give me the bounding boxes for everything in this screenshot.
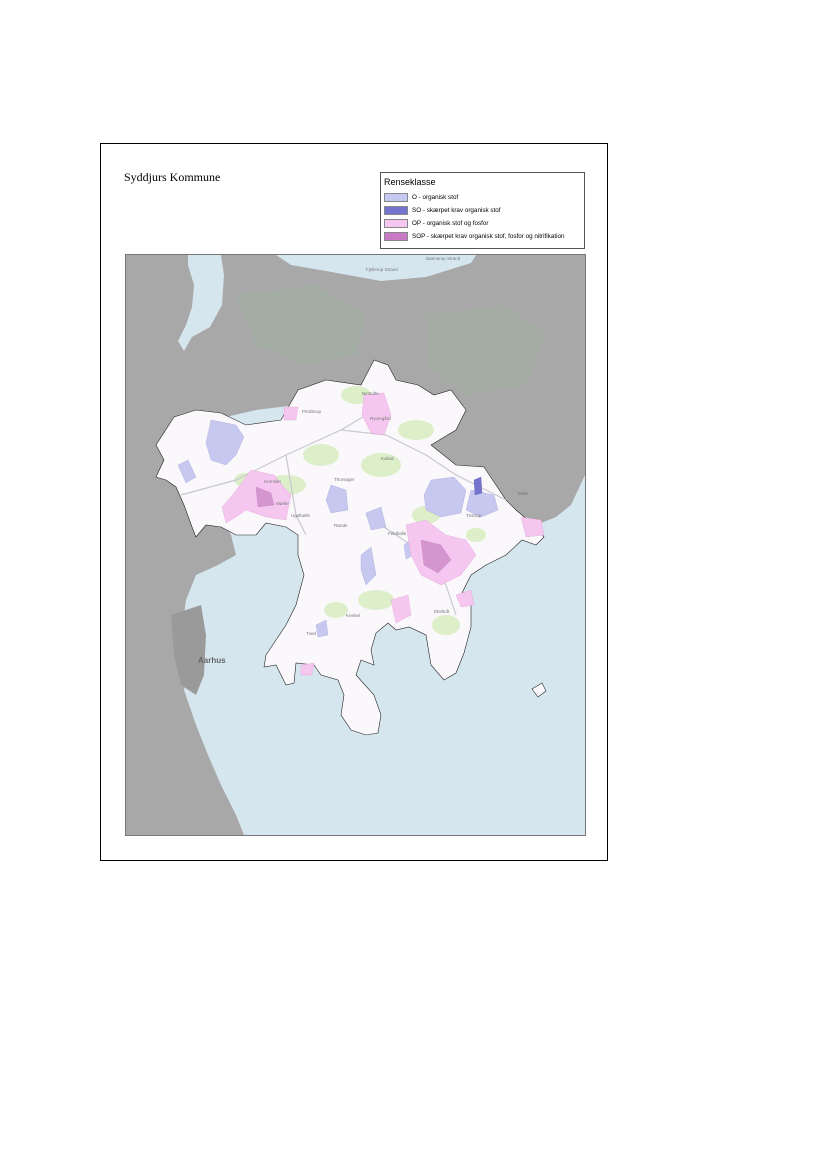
- place-tved: Tved: [306, 631, 317, 636]
- legend-label-so: SO - skærpet krav organisk stof: [412, 207, 501, 214]
- place-morke: Mørke: [276, 501, 289, 506]
- map-title: Syddjurs Kommune: [124, 170, 221, 184]
- legend-swatch-o: [384, 193, 408, 202]
- legend-item-o: O - organisk stof: [384, 192, 458, 203]
- place-hornslet: Hornslet: [264, 479, 282, 484]
- map-area[interactable]: Fjellerup Strand Bønnerup Strand Pindstr…: [125, 254, 586, 836]
- legend-swatch-so: [384, 206, 408, 215]
- legend-swatch-sop: [384, 232, 408, 241]
- legend-label-sop: SOP - skærpet krav organisk stof, fosfor…: [412, 233, 565, 240]
- place-nimtofte: Nimtofte: [362, 391, 379, 396]
- place-kolind: Kolind: [381, 456, 394, 461]
- map-frame: Syddjurs Kommune Renseklasse O - organis…: [100, 143, 608, 861]
- place-tirstrup: Tirstrup: [466, 513, 482, 518]
- legend-item-op: OP - organisk stof og fosfor: [384, 218, 489, 229]
- legend-label-op: OP - organisk stof og fosfor: [412, 220, 489, 227]
- legend-item-so: SO - skærpet krav organisk stof: [384, 205, 501, 216]
- place-ryomgard: Ryomgård: [370, 415, 391, 421]
- place-ebeltoft: Ebeltoft: [434, 609, 450, 614]
- legend-label-o: O - organisk stof: [412, 194, 459, 201]
- areas-so: [473, 476, 483, 496]
- place-feldballe: Feldballe: [388, 531, 407, 536]
- legend-title: Renseklasse: [384, 177, 436, 187]
- legend-item-sop: SOP - skærpet krav organisk stof, fosfor…: [384, 231, 564, 242]
- legend: Renseklasse O - organisk stof SO - skærp…: [380, 172, 585, 249]
- place-pindstrup: Pindstrup: [302, 409, 322, 414]
- map-canvas: Fjellerup Strand Bønnerup Strand Pindstr…: [126, 255, 585, 835]
- place-knebel: Knebel: [346, 613, 360, 618]
- place-ronde: Rønde: [334, 523, 348, 528]
- place-thorsager: Thorsager: [334, 477, 355, 482]
- place-fjellerup-strand: Fjellerup Strand: [366, 267, 398, 272]
- place-ugelbolle: Ugelbølle: [291, 513, 311, 518]
- legend-swatch-op: [384, 219, 408, 228]
- place-balle: Balle: [518, 491, 529, 496]
- place-aarhus: Aarhus: [198, 656, 226, 665]
- place-bonnerup-strand: Bønnerup Strand: [426, 256, 461, 261]
